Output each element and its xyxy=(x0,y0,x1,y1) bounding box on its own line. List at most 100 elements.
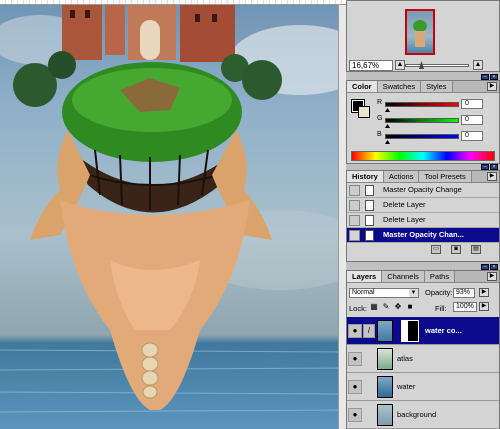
layer-name: water co... xyxy=(425,326,462,335)
layer-row[interactable]: ● background xyxy=(347,401,499,429)
opacity-field[interactable]: 93% xyxy=(453,288,475,298)
new-document-from-state-icon[interactable]: ▭ xyxy=(431,245,441,254)
eye-icon[interactable]: ● xyxy=(348,352,362,366)
layer-thumbnail xyxy=(377,320,393,342)
opacity-label: Opacity: xyxy=(425,288,453,297)
history-item-selected[interactable]: Master Opacity Chan... xyxy=(347,228,499,243)
color-channel-green: G 0 xyxy=(377,115,499,128)
layer-row[interactable]: ● water xyxy=(347,373,499,401)
history-item-label: Delete Layer xyxy=(383,200,426,209)
history-snapshot-checkbox[interactable] xyxy=(349,185,360,196)
fill-field[interactable]: 100% xyxy=(453,302,477,312)
blue-slider-thumb[interactable] xyxy=(385,140,390,144)
lock-all-icon[interactable]: ■ xyxy=(405,302,415,312)
layer-mask-thumbnail[interactable] xyxy=(401,320,419,342)
layers-panel-menu-arrow-icon[interactable]: ▶ xyxy=(487,272,497,281)
history-snapshot-checkbox[interactable] xyxy=(349,230,360,241)
eye-icon[interactable]: ● xyxy=(348,408,362,422)
new-snapshot-icon[interactable]: ◙ xyxy=(451,245,461,254)
history-step-icon xyxy=(365,185,374,196)
history-footer: ▭ ◙ ▤ xyxy=(347,243,499,257)
color-panel: – × Color Swatches Styles ▶ R 0 G 0 B 0 xyxy=(346,74,500,164)
lock-position-icon[interactable]: ✥ xyxy=(393,302,403,312)
tab-paths[interactable]: Paths xyxy=(424,271,456,282)
layers-panel-window-buttons: – × xyxy=(481,264,498,270)
history-panel: – × History Actions Tool Presets ▶ Maste… xyxy=(346,164,500,262)
layer-name: water xyxy=(397,382,416,391)
close-icon[interactable]: × xyxy=(490,74,498,80)
background-color-swatch[interactable] xyxy=(358,106,370,118)
ruler-top xyxy=(0,0,346,5)
eye-icon[interactable]: ● xyxy=(348,380,362,394)
tab-layers[interactable]: Layers xyxy=(347,271,383,282)
layer-row-selected[interactable]: ● / water co... xyxy=(347,317,499,345)
history-item[interactable]: Delete Layer xyxy=(347,213,499,228)
fill-slider-arrow-icon[interactable]: ▶ xyxy=(479,302,489,311)
green-slider-thumb[interactable] xyxy=(385,124,390,128)
lock-image-icon[interactable]: ✎ xyxy=(381,302,391,312)
trash-icon[interactable]: ▤ xyxy=(471,245,481,254)
color-spectrum-bar[interactable] xyxy=(351,151,495,161)
history-snapshot-checkbox[interactable] xyxy=(349,215,360,226)
channel-label: B xyxy=(377,131,382,138)
channel-label: G xyxy=(377,115,383,122)
red-value-field[interactable]: 0 xyxy=(461,99,483,109)
history-item-label: Master Opacity Change xyxy=(383,185,462,194)
history-item[interactable]: Delete Layer xyxy=(347,198,499,213)
layer-thumbnail xyxy=(377,404,393,426)
navigator-panel: 16,67% ▲ ▲ xyxy=(346,0,500,72)
tab-styles[interactable]: Styles xyxy=(421,81,453,92)
navigator-thumbnail[interactable] xyxy=(405,9,435,55)
close-icon[interactable]: × xyxy=(490,264,498,270)
tab-tool-presets[interactable]: Tool Presets xyxy=(419,171,472,182)
layer-row[interactable]: ● atlas xyxy=(347,345,499,373)
chevron-down-icon[interactable]: ▼ xyxy=(409,289,418,297)
tab-actions[interactable]: Actions xyxy=(383,171,420,182)
zoom-out-icon[interactable]: ▲ xyxy=(395,60,405,70)
color-channel-red: R 0 xyxy=(377,99,499,112)
channel-label: R xyxy=(377,99,383,106)
lock-transparency-icon[interactable]: ▦ xyxy=(369,302,379,312)
canvas-vertical-scrollbar[interactable] xyxy=(338,5,346,429)
navigator-zoom-field[interactable]: 16,67% xyxy=(349,60,393,71)
document-canvas[interactable] xyxy=(0,0,346,429)
zoom-in-icon[interactable]: ▲ xyxy=(473,60,483,70)
history-panel-menu-arrow-icon[interactable]: ▶ xyxy=(487,172,497,181)
history-item[interactable]: Master Opacity Change xyxy=(347,183,499,198)
tab-history[interactable]: History xyxy=(347,171,384,182)
history-snapshot-checkbox[interactable] xyxy=(349,200,360,211)
artwork xyxy=(0,0,346,413)
color-panel-tabs: Color Swatches Styles ▶ xyxy=(347,81,499,93)
history-item-label: Delete Layer xyxy=(383,215,426,224)
tab-swatches[interactable]: Swatches xyxy=(377,81,422,92)
history-panel-tabs: History Actions Tool Presets ▶ xyxy=(347,171,499,183)
layer-thumbnail xyxy=(377,376,393,398)
minimize-icon[interactable]: – xyxy=(481,264,489,270)
red-slider-track[interactable] xyxy=(385,102,459,107)
lock-label: Lock: xyxy=(349,304,367,313)
eye-icon[interactable]: ● xyxy=(348,324,362,338)
opacity-slider-arrow-icon[interactable]: ▶ xyxy=(479,288,489,297)
green-slider-track[interactable] xyxy=(385,118,459,123)
tab-channels[interactable]: Channels xyxy=(382,271,425,282)
color-channel-blue: B 0 xyxy=(377,131,499,144)
brush-icon[interactable]: / xyxy=(363,324,375,338)
history-step-icon xyxy=(365,215,374,226)
tab-color[interactable]: Color xyxy=(347,81,378,92)
color-panel-window-buttons: – × xyxy=(481,74,498,80)
red-slider-thumb[interactable] xyxy=(385,108,390,112)
color-panel-menu-arrow-icon[interactable]: ▶ xyxy=(487,82,497,91)
navigator-zoom-slider[interactable] xyxy=(405,64,469,67)
minimize-icon[interactable]: – xyxy=(481,164,489,170)
close-icon[interactable]: × xyxy=(490,164,498,170)
blue-slider-track[interactable] xyxy=(385,134,459,139)
layer-thumbnail xyxy=(377,348,393,370)
green-value-field[interactable]: 0 xyxy=(461,115,483,125)
history-step-icon xyxy=(365,230,374,241)
history-item-label: Master Opacity Chan... xyxy=(383,230,464,239)
minimize-icon[interactable]: – xyxy=(481,74,489,80)
layers-panel: – × Layers Channels Paths ▶ Normal ▼ Opa… xyxy=(346,264,500,429)
history-step-icon xyxy=(365,200,374,211)
layers-panel-tabs: Layers Channels Paths ▶ xyxy=(347,271,499,283)
blue-value-field[interactable]: 0 xyxy=(461,131,483,141)
